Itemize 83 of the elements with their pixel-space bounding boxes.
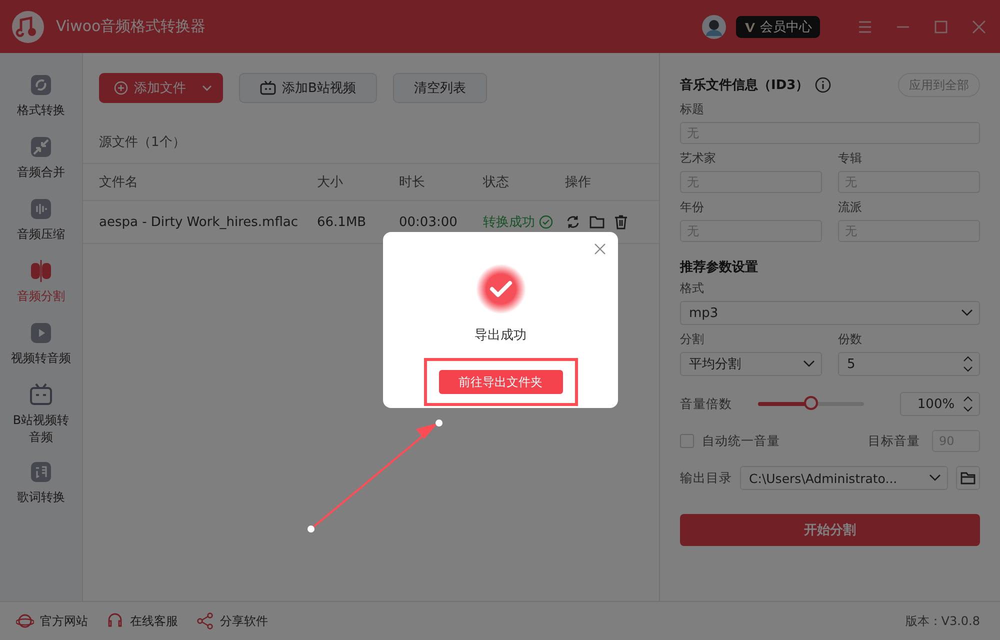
column-header: 操作: [565, 174, 592, 191]
merge-arrows-icon: [29, 135, 53, 159]
maximize-icon[interactable]: [934, 20, 948, 34]
info-icon[interactable]: [814, 77, 831, 93]
field-label: 年份: [680, 199, 705, 216]
refresh-icon[interactable]: [565, 214, 581, 230]
play-icon: [29, 321, 53, 345]
tv-icon: [29, 383, 53, 407]
tv-icon: [260, 81, 276, 95]
vip-center-button[interactable]: 会员中心: [736, 16, 820, 38]
column-header: 文件名: [99, 174, 139, 191]
status-cell: 转换成功: [483, 213, 565, 231]
sidebar-item[interactable]: 歌词转换: [0, 460, 82, 508]
waveform-icon: [29, 197, 53, 221]
field-label: 份数: [838, 331, 863, 348]
sync-icon: [29, 73, 53, 97]
field-label: 艺术家: [680, 150, 717, 167]
browse-folder-button[interactable]: [956, 466, 980, 490]
folder-icon[interactable]: [589, 214, 605, 230]
footer-link[interactable]: 官方网站: [16, 612, 88, 630]
footer-link[interactable]: 在线客服: [106, 612, 178, 630]
output-dir-label: 输出目录: [680, 470, 732, 486]
id3-section-title: 音乐文件信息（ID3）: [680, 76, 809, 94]
slider-thumb[interactable]: [804, 396, 818, 410]
chevron-down-icon: [803, 360, 815, 368]
trash-icon[interactable]: [613, 214, 629, 230]
text-icon: [29, 460, 53, 484]
file-name-cell-text: aespa - Dirty Work_hires.mflac: [99, 214, 299, 230]
stepper-icon[interactable]: [963, 396, 973, 412]
target-volume-label: 目标音量: [868, 432, 920, 450]
check-circle-icon: [539, 215, 553, 229]
output-dir-dropdown[interactable]: C:\Users\Administrato...: [740, 466, 948, 490]
footer-link[interactable]: 分享软件: [196, 612, 268, 630]
add-file-button[interactable]: 添加文件: [99, 73, 223, 103]
avatar-icon[interactable]: [702, 14, 726, 38]
close-icon[interactable]: [594, 243, 606, 255]
sidebar-item[interactable]: 视频转音频: [0, 321, 82, 369]
volume-spinbox[interactable]: 100%: [900, 392, 980, 416]
chevron-down-icon: [961, 309, 973, 317]
check-icon: [476, 264, 526, 314]
sidebar-item[interactable]: B站视频转音频: [0, 383, 82, 446]
field-label: 标题: [680, 101, 705, 118]
start-split-button[interactable]: 开始分割: [680, 514, 980, 546]
stepper-icon[interactable]: [963, 356, 973, 372]
settings-section-title: 推荐参数设置: [680, 259, 759, 276]
field-label: 流派: [838, 199, 863, 216]
menu-icon[interactable]: [858, 20, 872, 34]
sidebar-item[interactable]: 音频合并: [0, 135, 82, 183]
open-folder-button[interactable]: 前往导出文件夹: [438, 370, 562, 394]
window-title: Viwoo音频格式转换器: [56, 17, 206, 36]
column-header: 时长: [399, 174, 426, 191]
field-label: 格式: [680, 280, 705, 297]
column-header: 大小: [317, 174, 344, 191]
add-bilibili-button[interactable]: 添加B站视频: [239, 73, 377, 103]
sidebar-item[interactable]: 音频分割: [0, 259, 82, 307]
split-icon: [29, 259, 53, 283]
format-dropdown[interactable]: mp3: [680, 301, 980, 325]
plus-circle-icon: [114, 81, 128, 95]
sidebar-item[interactable]: 格式转换: [0, 73, 82, 121]
duration-cell-text: 00:03:00: [399, 214, 458, 230]
chevron-down-icon: [929, 474, 941, 482]
globe-icon: [16, 612, 34, 630]
caret-icon[interactable]: [202, 85, 212, 91]
volume-slider[interactable]: [758, 396, 864, 412]
size-cell-text: 66.1MB: [317, 214, 368, 230]
v-icon: [744, 20, 756, 32]
auto-volume-label: 自动统一音量: [702, 432, 780, 450]
clear-list-button[interactable]: 清空列表: [392, 73, 487, 103]
column-header: 状态: [483, 174, 510, 191]
folder-icon: [960, 470, 976, 486]
split-mode-dropdown[interactable]: 平均分割: [680, 352, 822, 376]
parts-spinbox[interactable]: 5: [838, 352, 980, 376]
music-note-icon: [12, 10, 44, 42]
close-icon[interactable]: [972, 20, 986, 34]
sidebar-item[interactable]: 音频压缩: [0, 197, 82, 245]
source-count-label: 源文件（1个）: [98, 134, 186, 152]
version-label: 版本：V3.0.8: [905, 612, 980, 630]
checkbox[interactable]: [680, 434, 694, 448]
volume-label: 音量倍数: [680, 396, 732, 412]
share-icon: [196, 612, 214, 630]
field-label: 专辑: [838, 150, 863, 167]
field-label: 分割: [680, 331, 705, 348]
dialog-message: 导出成功: [474, 327, 526, 344]
